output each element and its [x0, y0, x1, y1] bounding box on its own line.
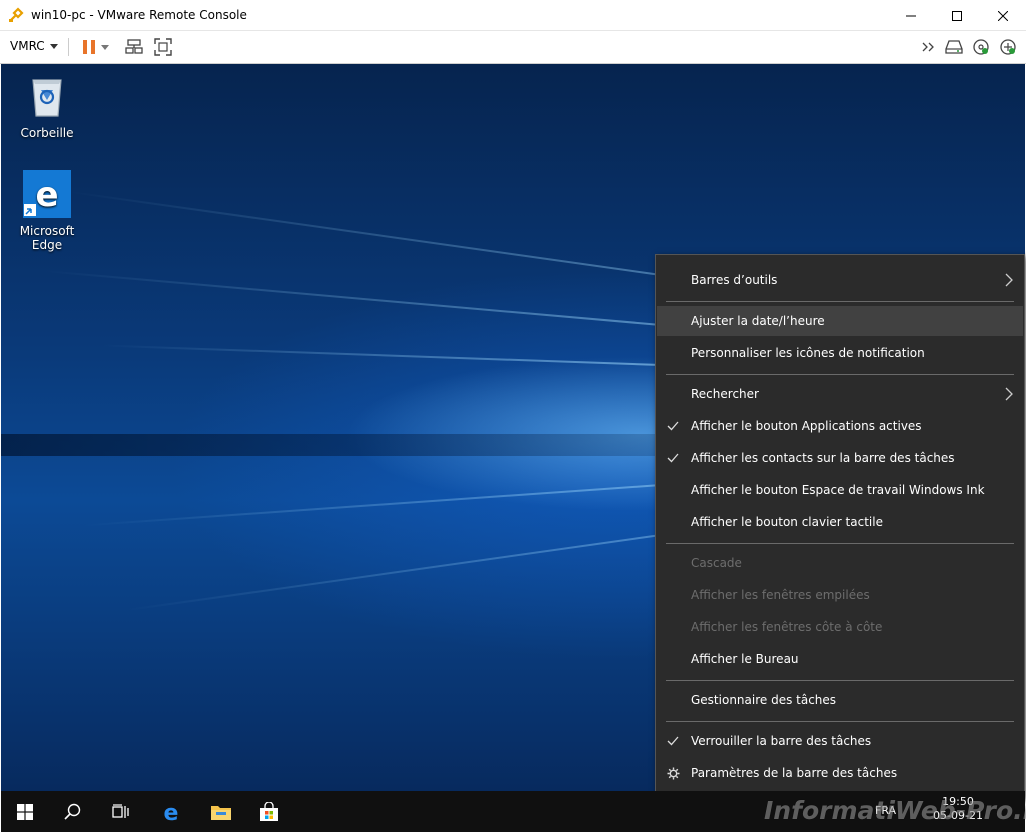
window-titlebar: win10-pc - VMware Remote Console [0, 0, 1026, 31]
network-adapter-icon [1000, 39, 1016, 55]
wallpaper-light-beam [126, 534, 662, 612]
cd-dvd-button[interactable] [970, 37, 992, 57]
vmrc-toolbar: VMRC [0, 31, 1026, 64]
vmrc-menu-label: VMRC [10, 39, 45, 53]
taskbar-store-button[interactable] [245, 791, 293, 832]
menu-item-side-by-side: Afficher les fenêtres côte à côte [691, 620, 883, 634]
gear-icon [667, 758, 681, 788]
fullscreen-button[interactable] [152, 37, 174, 57]
close-button[interactable] [980, 0, 1026, 31]
chevron-right-icon [1005, 379, 1013, 409]
menu-item-customize-notification-icons[interactable]: Personnaliser les icônes de notification [657, 338, 1023, 368]
fullscreen-icon [154, 38, 172, 56]
menu-separator [666, 374, 1014, 375]
minimize-icon [906, 15, 916, 16]
menu-separator [666, 721, 1014, 722]
wallpaper-light-beam [66, 190, 662, 276]
wallpaper-dark-band [1, 434, 661, 456]
maximize-icon [952, 10, 962, 21]
checkmark-icon [667, 411, 681, 441]
menu-item-taskbar-settings[interactable]: Paramètres de la barre des tâches [657, 758, 1023, 788]
checkmark-icon [667, 726, 681, 756]
menu-separator [666, 680, 1014, 681]
menu-item-adjust-date-time[interactable]: Ajuster la date/l’heure [657, 306, 1023, 336]
menu-item-show-desktop[interactable]: Afficher le Bureau [657, 644, 1023, 674]
pause-button[interactable] [78, 37, 100, 57]
more-options-button[interactable] [918, 37, 940, 57]
task-view-icon [112, 803, 129, 818]
search-icon [64, 803, 81, 820]
close-icon [998, 10, 1008, 21]
vmrc-menu-button[interactable]: VMRC [10, 39, 58, 53]
taskbar-context-menu: Barres d’outils Ajuster la date/l’heure … [655, 254, 1025, 799]
menu-item-show-windows-ink[interactable]: Afficher le bouton Espace de travail Win… [657, 475, 1023, 505]
search-button[interactable] [49, 791, 97, 832]
wallpaper-light-beam [43, 269, 662, 326]
menu-item-show-people[interactable]: Afficher les contacts sur la barre des t… [657, 443, 1023, 473]
disc-icon [973, 39, 989, 55]
toolbar-separator [68, 38, 69, 56]
menu-item-lock-taskbar[interactable]: Verrouiller la barre des tâches [657, 726, 1023, 756]
removable-device-button[interactable] [943, 37, 965, 57]
svg-text:e: e [164, 801, 179, 823]
wallpaper-light-beam [82, 484, 662, 527]
start-button[interactable] [1, 791, 49, 832]
chevron-down-icon [101, 44, 109, 50]
menu-separator [666, 301, 1014, 302]
store-bag-icon [260, 801, 278, 821]
chevron-right-icon [1005, 265, 1013, 295]
minimize-button[interactable] [888, 0, 934, 31]
desktop-icon-label: Microsoft Edge [19, 224, 75, 252]
menu-item-show-task-view-button[interactable]: Afficher le bouton Applications actives [657, 411, 1023, 441]
menu-item-show-touch-keyboard[interactable]: Afficher le bouton clavier tactile [657, 507, 1023, 537]
hard-drive-icon [945, 40, 963, 54]
checkmark-icon [667, 443, 681, 473]
send-ctrl-alt-del-button[interactable] [123, 37, 145, 57]
taskbar-file-explorer-button[interactable] [197, 791, 245, 832]
chevron-down-icon [49, 43, 58, 49]
svg-text:e: e [35, 175, 58, 215]
double-chevron-right-icon [922, 42, 934, 52]
menu-item-cascade: Cascade [691, 556, 742, 570]
edge-icon: e [164, 801, 179, 823]
watermark: InformatiWeb-Pro.net [764, 796, 1026, 825]
network-devices-icon [125, 39, 143, 54]
desktop-icon-recycle-bin[interactable]: Corbeille [4, 72, 90, 140]
windows-logo-icon [17, 803, 33, 820]
maximize-button[interactable] [934, 0, 980, 31]
menu-separator [666, 543, 1014, 544]
recycle-bin-icon [23, 72, 71, 120]
edge-icon: e [23, 170, 71, 218]
folder-icon [211, 805, 231, 820]
wallpaper-light-beam [101, 344, 662, 366]
vmware-remote-console-icon [9, 7, 24, 22]
menu-item-stacked-windows: Afficher les fenêtres empilées [691, 588, 870, 602]
desktop-icon-label: Corbeille [20, 126, 74, 140]
window-title: win10-pc - VMware Remote Console [31, 8, 247, 22]
menu-item-toolbars[interactable]: Barres d’outils [657, 265, 1023, 295]
network-adapter-button[interactable] [997, 37, 1019, 57]
task-view-button[interactable] [97, 791, 145, 832]
taskbar-edge-button[interactable]: e [147, 791, 195, 832]
pause-icon [83, 40, 95, 54]
desktop-icon-microsoft-edge[interactable]: e Microsoft Edge [4, 170, 90, 252]
menu-item-search[interactable]: Rechercher [657, 379, 1023, 409]
power-options-dropdown[interactable] [98, 37, 112, 57]
menu-item-task-manager[interactable]: Gestionnaire des tâches [657, 685, 1023, 715]
